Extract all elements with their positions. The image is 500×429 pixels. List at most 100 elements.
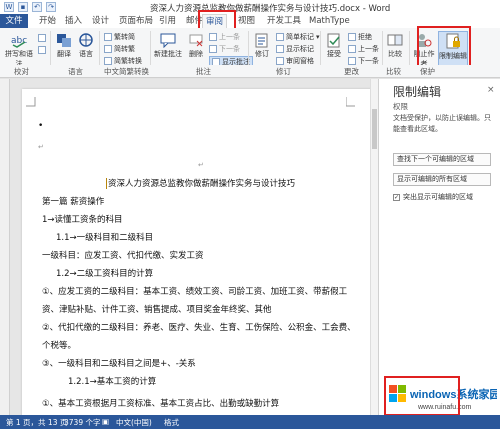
pane-description: 文档受保护，以防止误编辑。只能查看此区域。	[393, 114, 491, 133]
proofing-status-icon[interactable]: ▣	[102, 417, 109, 426]
page-count[interactable]: 第 1 页，共 13 页	[6, 417, 67, 428]
tab-view[interactable]: 视图	[235, 14, 258, 28]
bullet-mark: •	[38, 121, 44, 131]
tab-references[interactable]: 引用	[156, 14, 179, 28]
simp-to-trad-button[interactable]: 简转繁	[104, 44, 135, 54]
status-bar: 第 1 页，共 13 页 3739 个字 ▣ 中文(中国) 格式	[0, 415, 500, 429]
ribbon-group-labels: 校对 语言 中文简繁转换 批注 修订 更改 比较 保护	[0, 65, 500, 78]
delete-label: 删除	[189, 50, 203, 58]
highlight-restrict-editing	[417, 26, 471, 70]
chevron-down-icon: ▾	[316, 33, 320, 41]
doc-line[interactable]: ①、应发工资的二级科目：基本工资、绩效工资、司龄工资、加班工资、带薪假工	[42, 285, 347, 297]
tab-home[interactable]: 开始	[36, 14, 59, 28]
prev-comment-button[interactable]: 上一条	[209, 32, 240, 42]
reject-label: 拒绝	[358, 33, 372, 41]
checkbox-box[interactable]: ✓	[393, 193, 400, 201]
word-icon: W	[4, 2, 14, 12]
highlight-editable-label: 突出显示可编辑的区域	[403, 193, 473, 201]
doc-line[interactable]: ②、代扣代缴的二级科目：养老、医疗、失业、生育、工伤保险、公积金、工会费、	[42, 321, 356, 333]
trad-to-simp-button[interactable]: 繁转简	[104, 32, 135, 42]
window-title: 资深人力资源总监教你做薪酬操作实务与设计技巧.docx - Word	[150, 4, 391, 14]
doc-line[interactable]: 1→读懂工资条的科目	[42, 213, 123, 225]
undo-icon[interactable]: ↶	[32, 2, 42, 12]
tab-developer[interactable]: 开发工具	[264, 14, 304, 28]
compare-button[interactable]: 比较	[385, 32, 405, 59]
restrict-editing-pane: 限制编辑 × 权限 文档受保护，以防止误编辑。只能查看此区域。 查找下一个可编辑…	[378, 79, 500, 415]
spelling-icon: abc	[11, 36, 27, 48]
pane-subtitle: 权限	[393, 102, 408, 111]
translate-button[interactable]: 翻译	[54, 32, 74, 59]
delete-comment-button[interactable]: 删除	[186, 32, 206, 59]
accept-label: 接受	[327, 50, 341, 58]
group-chinese: 中文简繁转换	[104, 67, 149, 76]
vertical-scrollbar[interactable]	[370, 79, 378, 415]
markup-label: 简单标记	[286, 33, 314, 41]
delete-comment-icon	[189, 34, 203, 47]
next-comment-label: 下一条	[219, 45, 240, 53]
tab-layout[interactable]: 页面布局	[116, 14, 156, 28]
highlight-review-tab	[198, 10, 236, 30]
track-changes-button[interactable]: 修订	[252, 32, 272, 59]
doc-line[interactable]: ③、一级科目和二级科目之间是+、-关系	[42, 357, 196, 369]
scrollbar-thumb[interactable]	[372, 109, 377, 149]
track-label: 修订	[255, 50, 269, 58]
text-cursor	[106, 178, 107, 189]
markup-select[interactable]: 简单标记 ▾	[276, 32, 320, 42]
close-icon[interactable]: ×	[487, 85, 495, 95]
language-status[interactable]: 中文(中国)	[116, 417, 152, 428]
doc-line[interactable]: 资、津贴补贴、计件工资、销售提成、项目奖金年终奖、其他	[42, 303, 272, 315]
pane-title: 限制编辑	[393, 85, 442, 99]
doc-line[interactable]: 1.1→一级科目和二级科目	[56, 231, 153, 243]
accept-button[interactable]: 接受	[324, 32, 344, 59]
mode-status[interactable]: 格式	[164, 417, 179, 428]
doc-line[interactable]: 一级科目：应发工资、代扣代缴、实发工资	[42, 249, 204, 261]
tab-design[interactable]: 设计	[89, 14, 112, 28]
group-changes: 更改	[344, 67, 359, 76]
find-next-editable-button[interactable]: 查找下一个可编辑的区域	[393, 153, 491, 166]
doc-line[interactable]: 个税等。	[42, 339, 76, 351]
language-icon	[79, 33, 93, 47]
tab-mathtype[interactable]: MathType	[306, 14, 353, 28]
doc-line[interactable]: 1.2→二级工资科目的计算	[56, 267, 153, 279]
highlight-editable-checkbox[interactable]: ✓ 突出显示可编辑的区域	[393, 192, 473, 202]
compare-label: 比较	[388, 50, 402, 58]
paragraph-mark: ↵	[38, 143, 44, 151]
document-title-text: 资深人力资源总监教你做薪酬操作实务与设计技巧	[108, 179, 296, 189]
spelling-button[interactable]: abc 拼写和语法	[3, 32, 35, 69]
document-title[interactable]: 资深人力资源总监教你做薪酬操作实务与设计技巧	[106, 177, 295, 189]
group-compare: 比较	[386, 67, 401, 76]
doc-line[interactable]: 1.2.1→基本工资的计算	[68, 375, 156, 387]
save-icon[interactable]: ▪	[18, 2, 28, 12]
prev-change-button[interactable]: 上一条	[348, 44, 379, 54]
show-all-editable-button[interactable]: 显示可编辑的所有区域	[393, 173, 491, 186]
show-markup-button[interactable]: 显示标记	[276, 44, 314, 54]
next-comment-button[interactable]: 下一条	[209, 44, 240, 54]
tab-insert[interactable]: 插入	[62, 14, 85, 28]
define-button[interactable]	[38, 34, 46, 42]
language-button[interactable]: 语言	[76, 32, 96, 59]
translate-icon	[57, 34, 71, 47]
redo-icon[interactable]: ↷	[46, 2, 56, 12]
tab-file[interactable]: 文件	[0, 14, 28, 28]
track-changes-icon	[255, 33, 268, 48]
group-tracking: 修订	[276, 67, 291, 76]
doc-line[interactable]: 第一篇 薪资操作	[42, 195, 104, 207]
group-protect: 保护	[420, 67, 435, 76]
simp-label: 简转繁	[114, 45, 135, 53]
compare-icon	[387, 34, 403, 46]
document-page[interactable]: • ↵ ↵ 资深人力资源总监教你做薪酬操作实务与设计技巧 第一篇 薪资操作 1→…	[22, 89, 372, 415]
group-comments: 批注	[196, 67, 211, 76]
thesaurus-button[interactable]	[38, 46, 46, 54]
reject-button[interactable]: 拒绝	[348, 32, 372, 42]
document-area[interactable]: • ↵ ↵ 资深人力资源总监教你做薪酬操作实务与设计技巧 第一篇 薪资操作 1→…	[0, 79, 378, 415]
highlight-box	[384, 376, 460, 416]
group-proofing: 校对	[14, 67, 29, 76]
prev-change-label: 上一条	[358, 45, 379, 53]
margin-corner-marker	[26, 97, 36, 107]
group-language: 语言	[68, 67, 83, 76]
prev-comment-label: 上一条	[219, 33, 240, 41]
word-count[interactable]: 3739 个字	[64, 417, 100, 428]
doc-line[interactable]: ①、基本工资根据月工资标准、基本工资占比、出勤或缺勤计算	[42, 397, 279, 409]
trad-label: 繁转简	[114, 33, 135, 41]
new-comment-button[interactable]: 新建批注	[153, 32, 183, 59]
